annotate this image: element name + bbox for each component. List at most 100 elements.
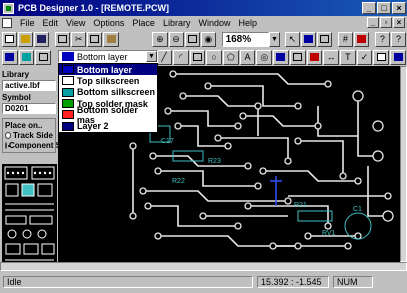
- doc-close-button[interactable]: ×: [393, 17, 405, 28]
- symbol-label: Symbol: [2, 93, 31, 102]
- dimension-icon: ↔: [326, 52, 336, 62]
- layer-option[interactable]: Bottom layer: [59, 64, 157, 76]
- new-button[interactable]: [2, 31, 18, 47]
- library-field[interactable]: active.lbf: [2, 80, 56, 91]
- help-button[interactable]: ?: [374, 31, 390, 47]
- grid-button[interactable]: #: [337, 31, 353, 47]
- arc-icon: ◜: [178, 51, 183, 62]
- draw-poly-button[interactable]: ⬠: [222, 49, 239, 65]
- select-button[interactable]: ↖: [284, 31, 300, 47]
- route-button[interactable]: [273, 49, 289, 65]
- menu-view[interactable]: View: [62, 18, 89, 28]
- zoom-in-icon: ⊕: [156, 33, 164, 44]
- measure-icon: [357, 35, 367, 43]
- menu-place[interactable]: Place: [128, 18, 159, 28]
- zoom-out-button[interactable]: ⊖: [168, 31, 184, 47]
- horizontal-scrollbar[interactable]: [0, 262, 407, 271]
- layer-props-icon: [38, 53, 48, 61]
- copy-button[interactable]: [87, 31, 103, 47]
- menu-library[interactable]: Library: [159, 18, 195, 28]
- layer-option[interactable]: Bottom solder mas: [59, 105, 157, 125]
- title-bar: PCB Designer 1.0 - [REMOTE.PCW] _ □ ×: [0, 0, 407, 16]
- save-button[interactable]: [34, 31, 50, 47]
- symbol-field[interactable]: D0201: [2, 103, 56, 114]
- pad-icon: [320, 35, 330, 43]
- layer-select[interactable]: Bottom layer ▼: [58, 50, 158, 63]
- netlist-icon: [393, 53, 403, 61]
- menu-file[interactable]: File: [16, 18, 39, 28]
- sheet-button[interactable]: [373, 49, 390, 65]
- place-on-group: Place on.. Track Side Component Side: [2, 118, 73, 153]
- board-label: R21: [294, 202, 307, 209]
- component-library-preview[interactable]: [2, 164, 57, 267]
- status-mode: Idle: [3, 276, 253, 288]
- board-label: R22: [172, 178, 185, 185]
- layers-icon: [5, 53, 15, 61]
- dimension-button[interactable]: ↔: [323, 49, 339, 65]
- menu-edit[interactable]: Edit: [39, 18, 63, 28]
- check-button[interactable]: ✓: [356, 49, 373, 65]
- track-side-radio[interactable]: Track Side: [5, 131, 53, 140]
- fill-button[interactable]: [306, 49, 323, 65]
- zoom-fit-button[interactable]: [184, 31, 200, 47]
- minimize-button[interactable]: _: [362, 2, 376, 14]
- layer-option[interactable]: Top silkscreen: [59, 75, 157, 86]
- draw-arc-button[interactable]: ◜: [172, 49, 189, 65]
- context-help-button[interactable]: ?: [390, 31, 407, 47]
- menu-options[interactable]: Options: [89, 18, 128, 28]
- zoom-in-button[interactable]: ⊕: [152, 31, 168, 47]
- line-icon: ╱: [161, 51, 167, 62]
- draw-line-button[interactable]: ╱: [156, 49, 172, 65]
- component-button[interactable]: [289, 49, 306, 65]
- measure-button[interactable]: [354, 31, 370, 47]
- paste-button[interactable]: [103, 31, 119, 47]
- layers-button[interactable]: [2, 49, 18, 65]
- document-icon[interactable]: [2, 18, 12, 28]
- label-button[interactable]: T: [339, 49, 356, 65]
- component-side-radio[interactable]: Component Side: [5, 141, 73, 150]
- question-icon: ?: [379, 34, 385, 44]
- netlist-button[interactable]: [390, 49, 406, 65]
- doc-minimize-button[interactable]: _: [367, 17, 379, 28]
- track-button[interactable]: [300, 31, 317, 47]
- place-on-label: Place on..: [5, 121, 43, 130]
- open-button[interactable]: [18, 31, 34, 47]
- status-coords: 15.392 : -1.545: [257, 276, 329, 288]
- layer-props-button[interactable]: [35, 49, 52, 65]
- via-button[interactable]: ◎: [256, 49, 273, 65]
- window-title: PCB Designer 1.0 - [REMOTE.PCW]: [18, 3, 170, 13]
- layer-select-value: Bottom layer: [77, 51, 128, 62]
- close-button[interactable]: ×: [392, 2, 406, 14]
- new-file-icon: [5, 35, 15, 43]
- rect-icon: [192, 53, 202, 61]
- copy-icon: [90, 35, 100, 43]
- draw-rect-button[interactable]: [189, 49, 206, 65]
- maximize-button[interactable]: □: [377, 2, 391, 14]
- layer-dropdown-arrow[interactable]: ▼: [146, 51, 157, 62]
- library-label: Library: [2, 70, 30, 79]
- zoom-window-button[interactable]: ◉: [200, 31, 216, 47]
- vertical-scrollbar[interactable]: [400, 66, 407, 262]
- layer-color-button[interactable]: [18, 49, 35, 65]
- layer-color-swatch: [62, 65, 74, 75]
- zoom-window-icon: ◉: [204, 33, 213, 44]
- cut-button[interactable]: ✂: [71, 31, 87, 47]
- draw-circle-button[interactable]: ○: [206, 49, 222, 65]
- zoom-out-icon: ⊖: [172, 33, 180, 44]
- status-bar: Idle 15.392 : -1.545 NUM: [0, 271, 407, 293]
- board-label: R23: [208, 158, 221, 165]
- grid-icon: #: [342, 34, 348, 44]
- paste-icon: [106, 35, 116, 43]
- zoom-dropdown-arrow[interactable]: ▼: [268, 31, 281, 47]
- layer-color-swatch: [62, 99, 74, 109]
- print-button[interactable]: [55, 31, 71, 47]
- menu-window[interactable]: Window: [194, 18, 234, 28]
- text-button[interactable]: A: [239, 49, 256, 65]
- zoom-fit-icon: [187, 35, 197, 43]
- zoom-level-field[interactable]: 168%: [221, 31, 269, 47]
- doc-restore-button[interactable]: ▫: [380, 17, 392, 28]
- pad-button[interactable]: [317, 31, 333, 47]
- layer-option[interactable]: Bottom silkscreen: [59, 87, 157, 98]
- open-folder-icon: [21, 35, 31, 43]
- menu-help[interactable]: Help: [234, 18, 261, 28]
